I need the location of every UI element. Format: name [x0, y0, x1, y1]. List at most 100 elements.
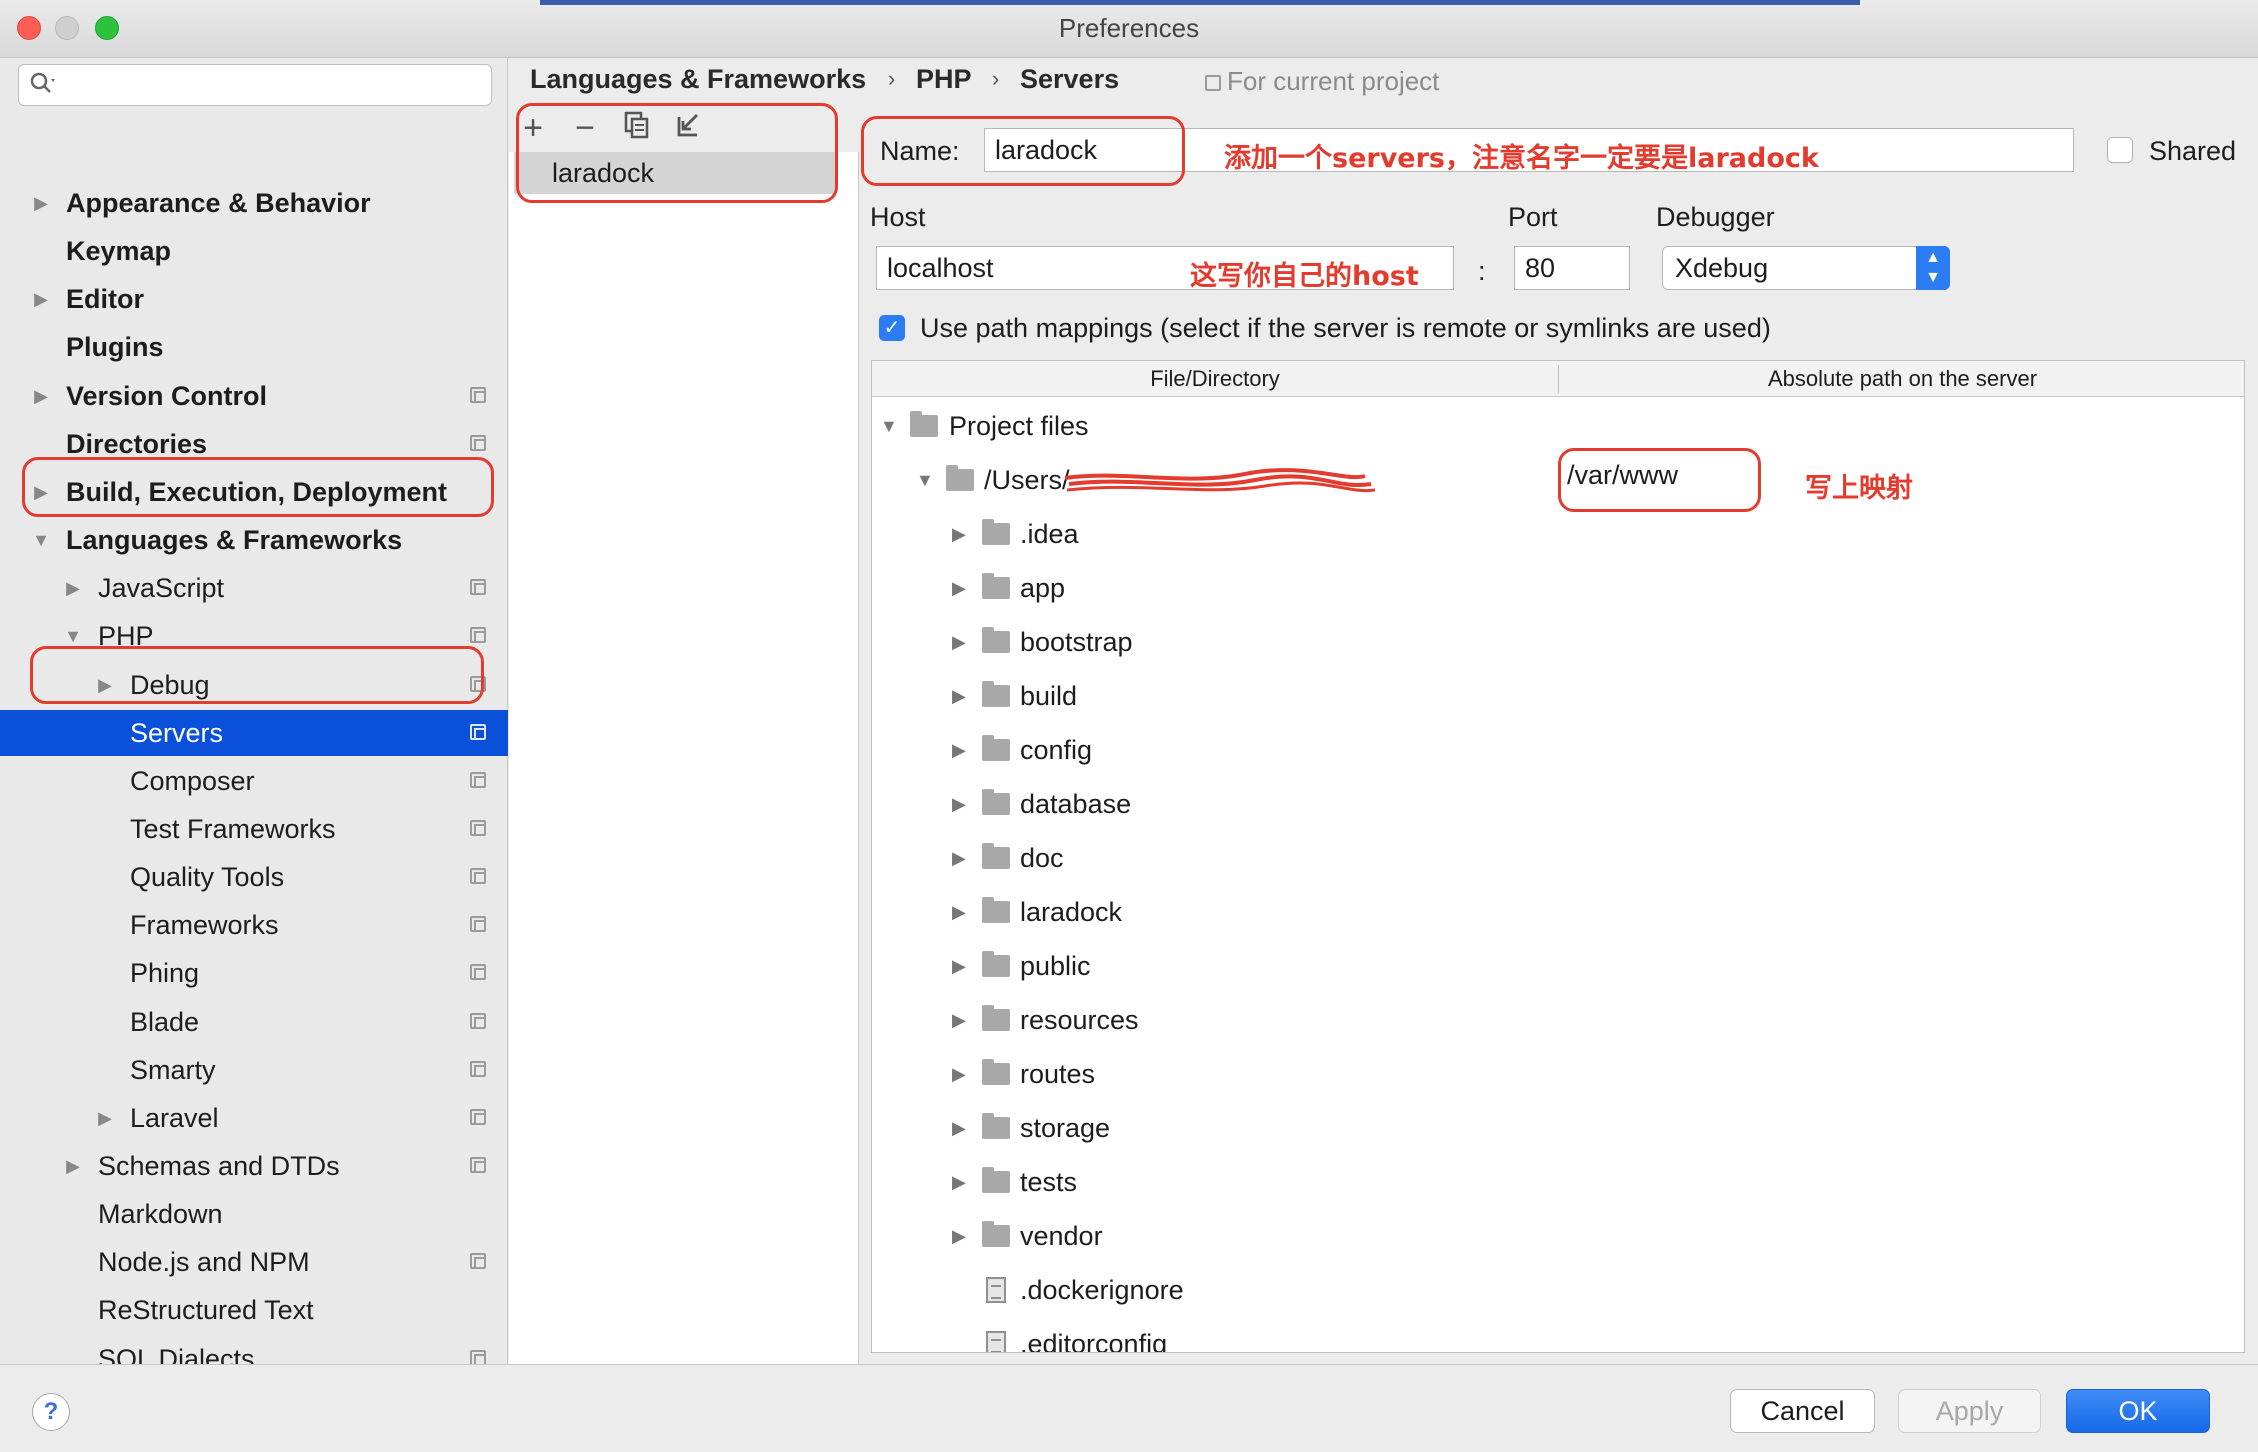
tree-row-laradock[interactable]: ▶ laradock: [872, 885, 2244, 939]
project-scope-icon: [470, 916, 486, 933]
project-scope-icon: [470, 579, 486, 596]
tree-row-dot-dockerignore[interactable]: .dockerignore: [872, 1263, 2244, 1317]
sidebar-item-label: Phing: [130, 958, 200, 989]
expand-right-arrow-icon[interactable]: ▶: [30, 276, 52, 322]
sidebar-item-label: Smarty: [130, 1054, 216, 1085]
sidebar-item-plugins[interactable]: Plugins: [0, 324, 508, 370]
project-scope-icon: [470, 1060, 486, 1077]
path-mappings-table[interactable]: File/Directory Absolute path on the serv…: [871, 360, 2245, 1353]
sidebar-item-javascript[interactable]: ▶ JavaScript: [0, 565, 508, 611]
sidebar-item-node-js-and-npm[interactable]: Node.js and NPM: [0, 1239, 508, 1285]
sidebar-item-schemas-and-dtds[interactable]: ▶ Schemas and DTDs: [0, 1143, 508, 1189]
sidebar-item-version-control[interactable]: ▶ Version Control: [0, 373, 508, 419]
sidebar-item-label: Editor: [66, 284, 144, 315]
cancel-button[interactable]: Cancel: [1730, 1389, 1875, 1433]
sidebar-item-label: Version Control: [66, 380, 268, 411]
tree-row-config[interactable]: ▶ config: [872, 723, 2244, 777]
folder-icon: [982, 1005, 1010, 1031]
expand-right-arrow-icon[interactable]: ▶: [94, 1095, 116, 1141]
expand-right-arrow-icon[interactable]: ▶: [952, 885, 966, 939]
sidebar-item-frameworks[interactable]: Frameworks: [0, 902, 508, 948]
expand-right-arrow-icon[interactable]: ▶: [30, 373, 52, 419]
expand-down-arrow-icon[interactable]: ▼: [30, 517, 52, 563]
tree-row-public[interactable]: ▶ public: [872, 939, 2244, 993]
help-button[interactable]: ?: [32, 1393, 70, 1431]
project-scope-icon: [470, 627, 486, 644]
server-list[interactable]: [509, 130, 859, 1364]
expand-right-arrow-icon[interactable]: ▶: [952, 777, 966, 831]
sidebar-item-label: Schemas and DTDs: [98, 1151, 340, 1181]
expand-right-arrow-icon[interactable]: ▶: [62, 1143, 84, 1189]
sidebar-item-editor[interactable]: ▶ Editor: [0, 276, 508, 322]
expand-right-arrow-icon[interactable]: ▶: [952, 1101, 966, 1155]
ok-button[interactable]: OK: [2066, 1389, 2210, 1433]
tree-row-resources[interactable]: ▶ resources: [872, 993, 2244, 1047]
expand-right-arrow-icon[interactable]: ▶: [952, 561, 966, 615]
tree-row-bootstrap[interactable]: ▶ bootstrap: [872, 615, 2244, 669]
tree-row-dot-idea[interactable]: ▶ .idea: [872, 507, 2244, 561]
tree-row-app[interactable]: ▶ app: [872, 561, 2244, 615]
expand-right-arrow-icon[interactable]: ▶: [952, 993, 966, 1047]
tree-row-build[interactable]: ▶ build: [872, 669, 2244, 723]
tree-row-storage[interactable]: ▶ storage: [872, 1101, 2244, 1155]
expand-right-arrow-icon[interactable]: ▶: [952, 1209, 966, 1263]
sidebar-item-label: Keymap: [66, 236, 172, 267]
sidebar-item-label: Markdown: [98, 1199, 223, 1230]
tree-row-database[interactable]: ▶ database: [872, 777, 2244, 831]
sidebar-item-composer[interactable]: Composer: [0, 758, 508, 804]
sidebar-item-smarty[interactable]: Smarty: [0, 1047, 508, 1093]
project-scope-icon: [470, 964, 486, 981]
expand-right-arrow-icon[interactable]: ▶: [62, 565, 84, 611]
shared-checkbox[interactable]: [2107, 137, 2133, 163]
file-icon: [986, 1277, 1006, 1303]
breadcrumb-separator: ›: [992, 66, 1000, 91]
sidebar-item-laravel[interactable]: ▶ Laravel: [0, 1095, 508, 1141]
expand-right-arrow-icon[interactable]: ▶: [952, 615, 966, 669]
expand-right-arrow-icon[interactable]: ▶: [952, 939, 966, 993]
expand-down-arrow-icon[interactable]: ▼: [916, 453, 934, 507]
expand-right-arrow-icon[interactable]: ▶: [952, 723, 966, 777]
tree-row-dot-editorconfig[interactable]: .editorconfig: [872, 1317, 2244, 1352]
expand-right-arrow-icon[interactable]: ▶: [952, 507, 966, 561]
expand-right-arrow-icon[interactable]: ▶: [952, 669, 966, 723]
sidebar-item-blade[interactable]: Blade: [0, 999, 508, 1045]
settings-search-input[interactable]: [18, 64, 492, 106]
project-scope-icon: [470, 1157, 486, 1173]
annotation-box-server-list: [516, 103, 838, 203]
host-label: Host: [870, 202, 926, 232]
tree-row-tests[interactable]: ▶ tests: [872, 1155, 2244, 1209]
debugger-select[interactable]: Xdebug ▲ ▼: [1662, 246, 1950, 290]
tree-row-routes[interactable]: ▶ routes: [872, 1047, 2244, 1101]
sidebar-item-label: Node.js and NPM: [98, 1247, 310, 1278]
tree-row-project-files[interactable]: ▼ Project files: [872, 399, 2244, 453]
sidebar-item-label: Appearance & Behavior: [66, 188, 371, 218]
sidebar-item-markdown[interactable]: Markdown: [0, 1191, 508, 1237]
sidebar-item-quality-tools[interactable]: Quality Tools: [0, 854, 508, 900]
sidebar-item-servers[interactable]: Servers: [0, 709, 508, 756]
column-header-absolute-path[interactable]: Absolute path on the server: [1559, 361, 2244, 397]
use-path-mappings-checkbox[interactable]: ✓: [879, 315, 905, 341]
sidebar-item-appearance-behavior[interactable]: ▶ Appearance & Behavior: [0, 180, 508, 226]
column-header-file[interactable]: File/Directory: [872, 361, 1558, 397]
tree-row-vendor[interactable]: ▶ vendor: [872, 1209, 2244, 1263]
sidebar-item-languages-frameworks[interactable]: ▼ Languages & Frameworks: [0, 517, 508, 563]
tree-row-doc[interactable]: ▶ doc: [872, 831, 2244, 885]
title-bar: Preferences: [0, 0, 2258, 58]
expand-right-arrow-icon[interactable]: ▶: [30, 180, 52, 226]
expand-right-arrow-icon[interactable]: ▶: [952, 1155, 966, 1209]
annotation-name-note: 添加一个servers，注意名字一定要是laradock: [1224, 143, 1819, 174]
expand-down-arrow-icon[interactable]: ▼: [880, 399, 898, 453]
apply-button[interactable]: Apply: [1898, 1389, 2041, 1433]
sidebar-item-restructured-text[interactable]: ReStructured Text: [0, 1287, 508, 1333]
folder-icon: [910, 411, 938, 437]
expand-right-arrow-icon[interactable]: ▶: [952, 831, 966, 885]
tree-row-label: vendor: [1020, 1221, 1103, 1251]
expand-right-arrow-icon[interactable]: ▶: [952, 1047, 966, 1101]
sidebar-item-test-frameworks[interactable]: Test Frameworks: [0, 806, 508, 852]
tree-row-label: .idea: [1020, 519, 1079, 549]
sidebar-item-keymap[interactable]: Keymap: [0, 228, 508, 274]
tree-row-label: database: [1020, 789, 1132, 819]
tree-row-label: tests: [1020, 1167, 1078, 1197]
sidebar-item-phing[interactable]: Phing: [0, 950, 508, 996]
port-input[interactable]: 80: [1514, 246, 1630, 290]
